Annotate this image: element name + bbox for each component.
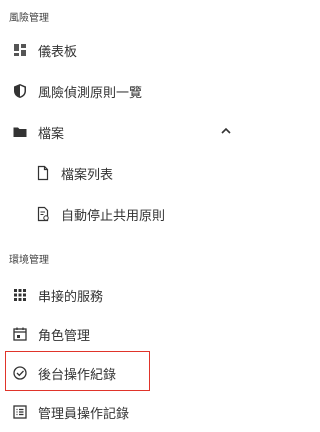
sidebar-item-label: 管理員操作記錄	[38, 406, 130, 422]
sidebar-subitem-auto-stop[interactable]: 自動停止共用原則	[0, 198, 243, 230]
sidebar-item-admin-logs[interactable]: 管理員操作記錄	[0, 396, 243, 428]
list-icon	[12, 404, 28, 420]
dashboard-icon	[12, 42, 28, 58]
sidebar-item-label: 檔案	[38, 126, 65, 142]
sidebar-item-role-management[interactable]: 角色管理	[0, 318, 243, 350]
section-title-env: 環境管理	[9, 255, 49, 266]
sidebar-item-risk-rules[interactable]: 風險偵測原則一覽	[0, 75, 243, 107]
sidebar-item-label: 風險偵測原則一覽	[38, 85, 143, 101]
calendar-icon	[12, 326, 28, 342]
grid-icon	[12, 287, 28, 303]
sidebar-item-connected-services[interactable]: 串接的服務	[0, 279, 243, 311]
file-policy-icon	[35, 206, 51, 222]
file-icon	[35, 165, 51, 181]
chevron-up-icon[interactable]	[219, 124, 233, 138]
highlight-box	[5, 351, 150, 391]
folder-icon	[12, 124, 28, 140]
sidebar-item-label: 串接的服務	[38, 289, 104, 305]
shield-icon	[12, 83, 28, 99]
sidebar-item-files[interactable]: 檔案	[0, 116, 243, 148]
sidebar-item-dashboard[interactable]: 儀表板	[0, 34, 243, 66]
sidebar-item-label: 自動停止共用原則	[61, 208, 166, 224]
sidebar-item-label: 檔案列表	[61, 167, 114, 183]
sidebar-subitem-file-list[interactable]: 檔案列表	[0, 157, 243, 189]
section-title-risk: 風險管理	[9, 13, 49, 24]
sidebar-item-label: 儀表板	[38, 44, 78, 60]
sidebar-item-label: 角色管理	[38, 328, 91, 344]
